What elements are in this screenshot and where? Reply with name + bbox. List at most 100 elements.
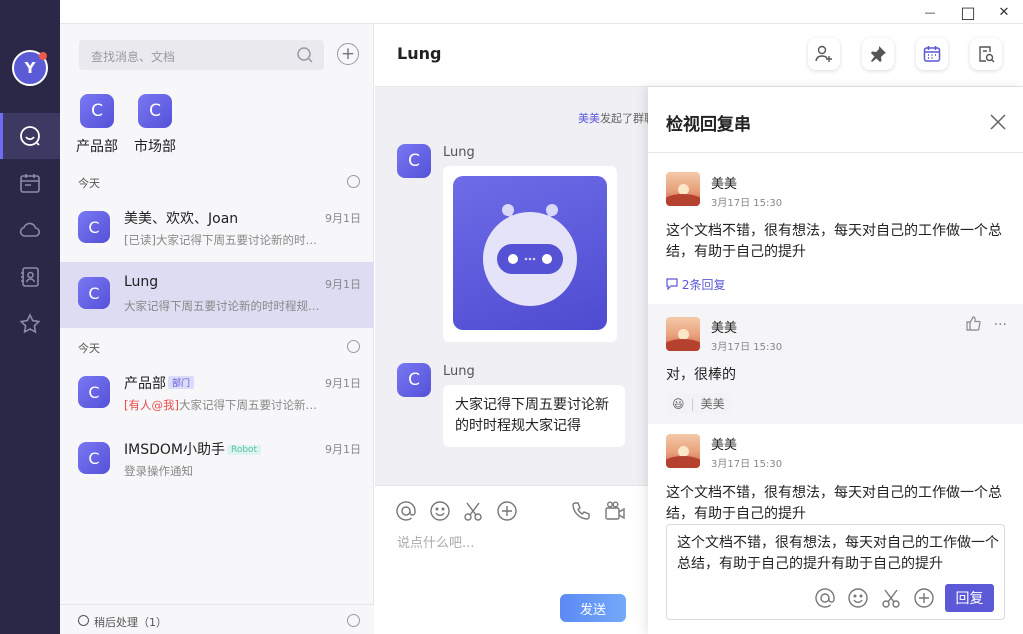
plus-circle-icon[interactable] [496,500,518,522]
close-icon[interactable] [989,113,1007,131]
robot-icon [483,204,577,306]
group-product[interactable]: C 产品部 [72,94,122,156]
thread-panel: 检视回复串 美美 3月17日 15:30 这个文档不错，很有想法，每天对自己的工… [648,87,1023,634]
cloud-icon [19,222,41,237]
calendar-icon [923,46,941,62]
chevron-up-icon[interactable] [347,614,360,627]
image-message[interactable] [443,166,617,342]
video-call-icon[interactable] [604,500,626,522]
reply-count: 2条回复 [681,278,726,292]
conversation-time: 9月1日 [325,212,361,225]
emoji-icon[interactable] [847,587,869,609]
close-icon: ✕ [998,4,1010,20]
user-avatar-initial: Y [24,59,36,77]
message-input[interactable]: 说点什么吧... [397,532,474,551]
rail-item-calendar[interactable] [0,160,60,206]
thread-reply: 美美 3月17日 15:30 这个文档不错，很有想法，每天对自己的工作做一个总结… [648,424,1023,524]
avatar-hill [666,339,700,351]
chevron-up-icon[interactable] [347,340,360,353]
message-avatar[interactable]: C [397,363,431,397]
conversation-preview-row: [有人@我]大家记得下周五要讨论新… [124,397,324,413]
rail-item-favorites[interactable] [0,301,60,347]
search-icon [297,47,313,63]
section-label: 今天 [78,342,100,355]
reply-input-value[interactable]: 这个文档不错，很有想法，每天对自己的工作做一个总结，有助于自己的提升有助于自己的… [677,533,999,575]
pin-button[interactable] [862,38,894,70]
close-window-button[interactable]: ✕ [994,2,1014,22]
thread-reply: 美美 3月17日 15:30 ··· 对，很棒的 😃 | 美美 [648,304,1023,424]
conversation-name: Lung [124,274,159,290]
group-marketing[interactable]: C 市场部 [130,94,180,156]
avatar[interactable] [666,317,700,351]
list-item[interactable]: C 美美、欢欢、Joan 9月1日 [已读]大家记得下周五要讨论新的时… [60,196,374,262]
conversation-preview: 大家记得下周五要讨论新… [178,398,317,412]
reply-text: 这个文档不错，很有想法，每天对自己的工作做一个总结，有助于自己的提升 [666,485,1002,522]
group-name: 市场部 [134,139,176,155]
list-item[interactable]: C 产品部 部门 9月1日 [有人@我]大家记得下周五要讨论新… [60,361,374,427]
reply-author: 美美 [711,438,738,453]
left-rail: Y [0,0,60,634]
mention-icon[interactable] [814,587,836,609]
send-button[interactable]: 发送 [560,594,626,622]
avatar[interactable] [666,434,700,468]
chevron-up-icon[interactable] [347,175,360,188]
thumbs-up-icon[interactable] [966,316,981,331]
avatar-hill [666,194,700,206]
chat-title: Lung [397,44,442,63]
conversation-name: 产品部 [124,376,166,392]
maximize-button[interactable]: □ [958,2,978,22]
scissors-icon[interactable] [462,500,484,522]
conversation-name-row: IMSDOM小助手 Robot [124,439,262,459]
reply-author: 美美 [711,177,738,192]
conversation-preview: [已读]大家记得下周五要讨论新的时… [124,233,317,247]
reply-time: 3月17日 15:30 [711,459,783,470]
search-input[interactable]: 查找消息、文档 [79,40,324,70]
clock-icon [78,615,89,626]
chat-icon [20,126,40,146]
reply-author: 美美 [711,321,738,336]
group-avatar: C [80,94,114,128]
rail-item-messages[interactable] [0,113,60,159]
later-section[interactable]: 稍后处理（1） [60,604,374,634]
system-notice: 美美发起了群聊 [578,110,655,126]
add-button[interactable]: + [337,43,359,65]
search-history-button[interactable] [970,38,1002,70]
minimize-button[interactable]: — [920,2,940,22]
search-placeholder: 查找消息、文档 [91,50,176,64]
later-label: 稍后处理（1） [94,616,167,629]
emoji-icon[interactable] [429,500,451,522]
phone-icon[interactable] [570,500,592,522]
mention-icon[interactable] [395,500,417,522]
minimize-icon: — [924,5,936,19]
add-member-button[interactable] [808,38,840,70]
section-header-today[interactable]: 今天 [60,172,374,194]
rail-item-contacts[interactable] [0,254,60,300]
more-icon[interactable]: ··· [994,317,1007,333]
message-avatar[interactable]: C [397,144,431,178]
conversation-avatar: C [78,277,110,309]
avatar[interactable] [666,172,700,206]
reply-count-link[interactable]: 2条回复 [666,276,725,293]
chat-header: Lung [375,24,1023,87]
reply-button[interactable]: 回复 [945,584,994,612]
conversation-name: 美美、欢欢、Joan [124,211,239,227]
section-header-today[interactable]: 今天 [60,337,374,359]
plus-icon: + [340,43,356,64]
mention-label: [有人@我] [124,398,179,412]
plus-circle-icon[interactable] [913,587,935,609]
rail-item-cloud[interactable] [0,207,60,253]
list-item[interactable]: C IMSDOM小助手 Robot 9月1日 登录操作通知 [60,427,374,493]
text-message[interactable]: 大家记得下周五要讨论新的时时程规大家记得 [443,385,625,447]
system-notice-name[interactable]: 美美 [578,112,600,125]
comment-icon [666,278,678,291]
scissors-icon[interactable] [880,587,902,609]
calendar-button[interactable] [916,38,948,70]
reaction-user: 美美 [700,397,725,411]
conversation-list: 查找消息、文档 + C 产品部 C 市场部 今天 C 美美、欢欢、Joan 9月… [60,24,374,634]
reaction-chip[interactable]: 😃 | 美美 [666,393,731,414]
reply-actions: ··· [966,316,1007,333]
list-item-active[interactable]: C Lung 9月1日 大家记得下周五要讨论新的时时程规… [60,262,374,328]
thread-reply: 美美 3月17日 15:30 这个文档不错，很有想法，每天对自己的工作做一个总结… [648,153,1023,304]
reply-input[interactable]: 这个文档不错，很有想法，每天对自己的工作做一个总结，有助于自己的提升有助于自己的… [666,524,1005,620]
thread-title: 检视回复串 [666,115,751,135]
